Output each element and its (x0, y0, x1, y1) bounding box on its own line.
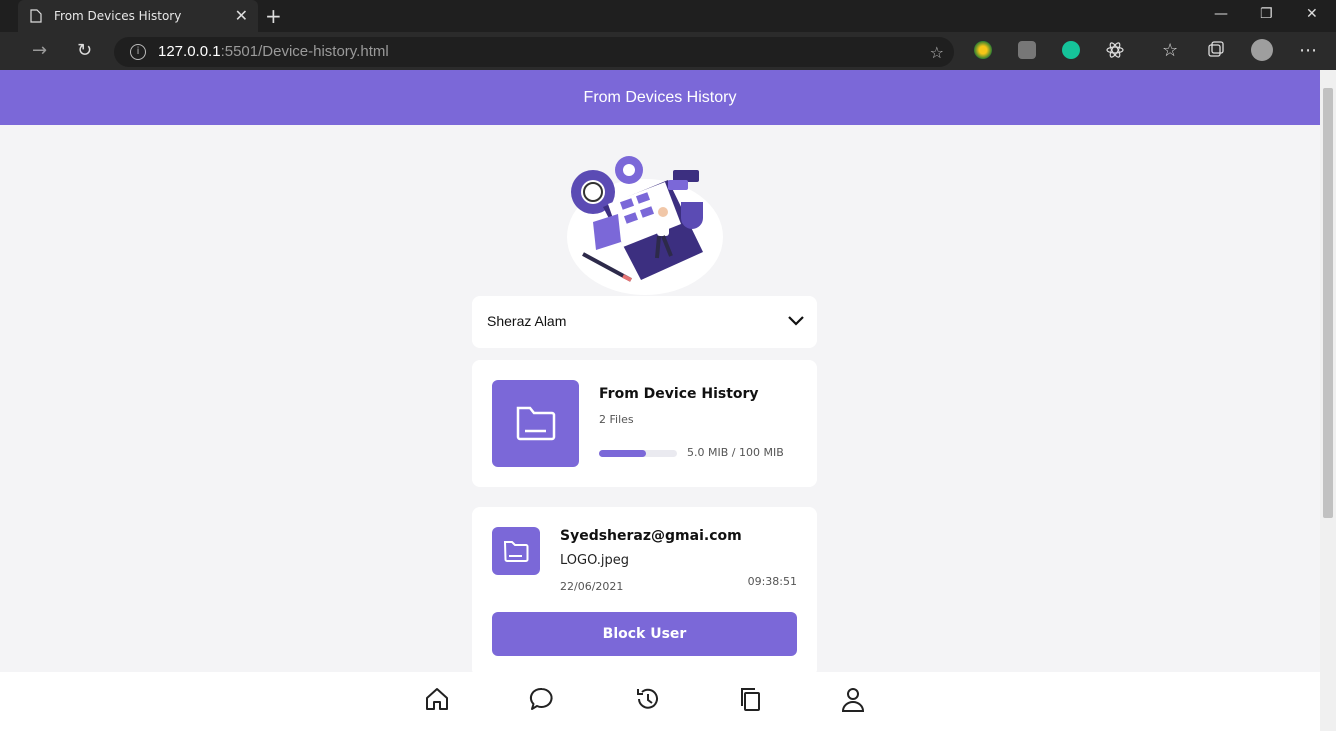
info-icon[interactable]: i (130, 44, 146, 60)
storage-progress-bar (599, 450, 677, 457)
page-header: From Devices History (0, 70, 1320, 125)
chevron-down-icon (788, 316, 804, 326)
collections-icon[interactable] (1207, 41, 1225, 59)
reload-icon[interactable]: ↻ (77, 40, 92, 61)
block-user-button[interactable]: Block User (492, 612, 797, 656)
new-tab-button[interactable]: + (265, 4, 282, 28)
chat-icon[interactable] (528, 685, 556, 713)
copy-icon[interactable] (737, 685, 765, 713)
folder-icon (516, 406, 556, 441)
settings-menu-icon[interactable]: ⋯ (1299, 40, 1317, 61)
browser-tab[interactable]: From Devices History ✕ (18, 0, 258, 32)
close-window-icon[interactable]: ✕ (1306, 6, 1318, 22)
extension-icon[interactable] (1018, 41, 1036, 59)
grammarly-icon[interactable] (1062, 41, 1080, 59)
profile-avatar[interactable] (1251, 39, 1273, 61)
user-select-value: Sheraz Alam (487, 313, 567, 329)
forward-icon[interactable]: → (32, 40, 47, 61)
history-entry-card: Syedsheraz@gmai.com LOGO.jpeg 22/06/2021… (472, 507, 817, 677)
extension-icon[interactable] (974, 41, 992, 59)
history-icon[interactable] (634, 685, 662, 713)
scrollbar[interactable] (1320, 70, 1336, 731)
folder-icon-tile (492, 380, 579, 467)
storage-title: From Device History (599, 386, 759, 402)
close-tab-icon[interactable]: ✕ (235, 6, 248, 25)
bottom-nav (0, 672, 1320, 731)
minimize-icon[interactable]: — (1214, 6, 1228, 22)
storage-progress-fill (599, 450, 646, 457)
file-count: 2 Files (599, 413, 634, 426)
scrollbar-thumb[interactable] (1323, 88, 1333, 518)
user-select[interactable]: Sheraz Alam (472, 296, 817, 348)
add-favorite-icon[interactable]: ☆ (930, 43, 944, 62)
address-bar[interactable]: i 127.0.0.1:5501/Device-history.html ☆ (114, 37, 954, 67)
browser-tabbar: From Devices History ✕ + — ❐ ✕ (0, 0, 1336, 32)
page-icon (30, 9, 42, 23)
page-viewport: From Devices History Sheraz Alam From De… (0, 70, 1320, 731)
storage-usage: 5.0 MIB / 100 MIB (687, 446, 784, 459)
profile-icon[interactable] (839, 685, 867, 713)
folder-icon-tile (492, 527, 540, 575)
storage-card: From Device History 2 Files 5.0 MIB / 10… (472, 360, 817, 487)
illustration-image (567, 156, 723, 295)
entry-email: Syedsheraz@gmai.com (560, 528, 742, 544)
browser-toolbar: → ↻ i 127.0.0.1:5501/Device-history.html… (0, 32, 1336, 70)
favorites-icon[interactable]: ☆ (1162, 40, 1178, 61)
entry-date: 22/06/2021 (560, 580, 624, 593)
entry-file-name: LOGO.jpeg (560, 553, 630, 568)
folder-icon (503, 541, 529, 562)
home-icon[interactable] (423, 685, 451, 713)
tab-title: From Devices History (54, 9, 182, 23)
url-text: 127.0.0.1:5501/Device-history.html (158, 43, 389, 60)
react-devtools-icon[interactable] (1106, 41, 1124, 59)
entry-time: 09:38:51 (747, 575, 797, 588)
restore-icon[interactable]: ❐ (1260, 6, 1273, 22)
